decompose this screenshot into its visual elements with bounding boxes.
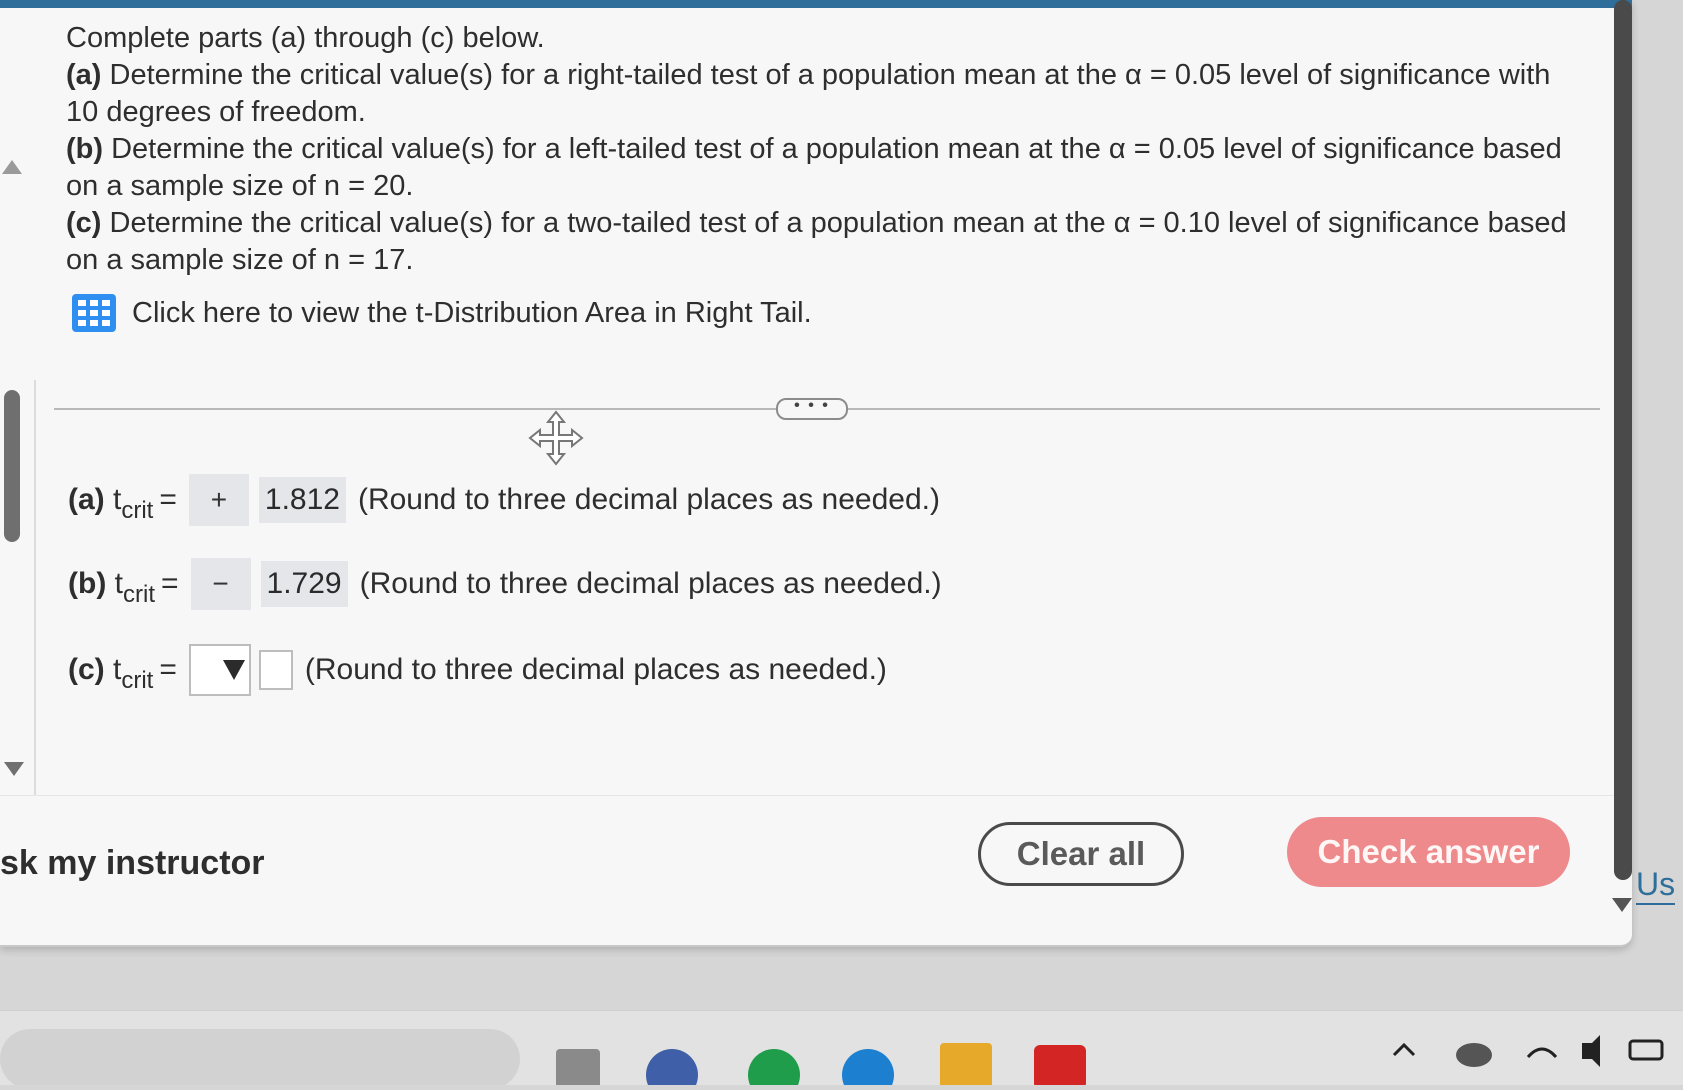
answer-a-label: (a) tcrit xyxy=(68,483,154,524)
folder-icon xyxy=(940,1043,992,1089)
header-strip xyxy=(0,0,1632,8)
answer-a-hint: (Round to three decimal places as needed… xyxy=(357,483,940,516)
question-intro: Complete parts (a) through (c) below. xyxy=(66,22,545,54)
taskbar-app-icon xyxy=(646,1049,698,1090)
wifi-icon xyxy=(1526,1047,1558,1059)
answer-b-value-input[interactable]: 1.729 xyxy=(260,561,348,607)
answer-c-value-input[interactable] xyxy=(258,650,293,690)
grid-table-icon[interactable] xyxy=(72,294,116,332)
equals-sign: = xyxy=(159,653,177,686)
answer-c-hint: (Round to three decimal places as needed… xyxy=(304,653,887,686)
spotify-icon xyxy=(748,1049,800,1090)
dropdown-arrow-icon xyxy=(222,660,245,680)
scroll-up-arrow-icon[interactable] xyxy=(2,160,22,174)
question-part-a: (a) Determine the critical value(s) for … xyxy=(66,59,1551,128)
right-scroll-down-arrow-icon[interactable] xyxy=(1612,898,1632,912)
cloud-icon xyxy=(1456,1043,1492,1067)
taskbar-search-box xyxy=(0,1029,520,1089)
clear-all-button[interactable]: Clear all xyxy=(978,822,1184,886)
answer-b-hint: (Round to three decimal places as needed… xyxy=(359,567,942,600)
answer-row-a: (a) tcrit = + 1.812 (Round to three deci… xyxy=(68,474,940,526)
youtube-icon xyxy=(1034,1045,1086,1089)
question-text: Complete parts (a) through (c) below. (a… xyxy=(66,20,1586,279)
t-distribution-table-link[interactable]: Click here to view the t-Distribution Ar… xyxy=(72,294,812,332)
answer-a-value-input[interactable]: 1.812 xyxy=(258,477,346,523)
answer-c-sign-dropdown[interactable] xyxy=(188,644,251,696)
answer-row-b: (b) tcrit = − 1.729 (Round to three deci… xyxy=(68,558,942,610)
edge-icon xyxy=(842,1049,894,1090)
answer-c-label: (c) tcrit xyxy=(68,653,154,694)
check-answer-button[interactable]: Check answer xyxy=(1287,817,1570,887)
question-panel: Complete parts (a) through (c) below. (a… xyxy=(0,0,1632,947)
scroll-down-arrow-icon[interactable] xyxy=(4,762,24,776)
equals-sign: = xyxy=(159,483,177,516)
battery-icon xyxy=(1628,1039,1664,1061)
answer-a-sign-select[interactable]: + xyxy=(188,474,249,526)
footer-divider xyxy=(0,795,1632,796)
equals-sign: = xyxy=(161,567,179,600)
left-scrollbar-thumb[interactable] xyxy=(4,390,20,542)
right-scrollbar[interactable] xyxy=(1614,0,1632,880)
question-part-c: (c) Determine the critical value(s) for … xyxy=(66,207,1567,276)
left-divider xyxy=(34,380,36,795)
ask-my-instructor-link[interactable]: sk my instructor xyxy=(0,844,265,883)
chevron-up-icon xyxy=(1392,1042,1416,1057)
move-cursor-icon xyxy=(528,410,584,466)
taskbar xyxy=(0,1010,1683,1090)
answer-row-c: (c) tcrit = (Round to three decimal plac… xyxy=(68,644,887,696)
t-distribution-link-text[interactable]: Click here to view the t-Distribution Ar… xyxy=(132,297,812,330)
taskbar-app-icon xyxy=(556,1049,600,1089)
answer-b-label: (b) tcrit xyxy=(68,567,155,608)
answer-b-sign-select[interactable]: − xyxy=(190,558,251,610)
expand-more-toggle[interactable]: • • • xyxy=(776,398,848,420)
question-part-b: (b) Determine the critical value(s) for … xyxy=(66,133,1562,202)
speaker-muted-icon xyxy=(1582,1035,1600,1067)
right-panel-fragment[interactable]: Us xyxy=(1636,866,1676,905)
taskbar-icons xyxy=(0,1029,1664,1090)
